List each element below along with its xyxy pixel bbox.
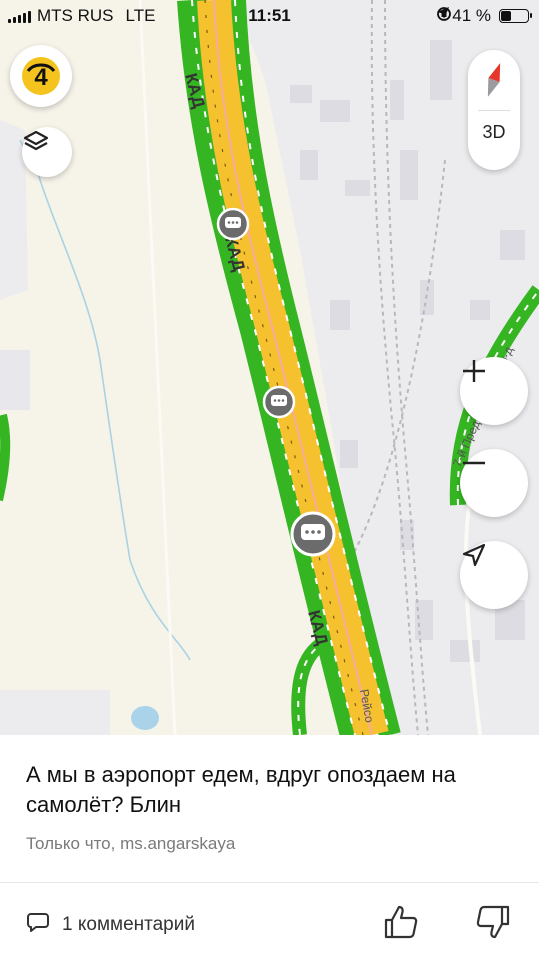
dislike-button[interactable] bbox=[474, 903, 512, 941]
map-canvas: КАД КАД КАД 7-й Предпортовый пр-д Рейсо bbox=[0, 0, 539, 735]
compass-icon[interactable] bbox=[481, 60, 507, 100]
layers-button[interactable] bbox=[22, 127, 72, 177]
battery-icon bbox=[499, 9, 532, 23]
my-location-button[interactable] bbox=[460, 541, 528, 609]
thumbs-up-icon bbox=[382, 905, 420, 945]
chat-bubble-icon[interactable] bbox=[262, 385, 296, 419]
chat-bubble-icon[interactable] bbox=[290, 511, 336, 557]
zoom-out-button[interactable] bbox=[460, 449, 528, 517]
zoom-in-button[interactable] bbox=[460, 357, 528, 425]
comments-label: 1 комментарий bbox=[62, 914, 195, 935]
divider bbox=[0, 882, 539, 883]
comments-button[interactable]: 1 комментарий bbox=[26, 910, 195, 940]
status-bar: MTS RUS LTE 11:51 41 % bbox=[0, 0, 539, 30]
post-meta: Только что, ms.angarskaya bbox=[26, 834, 236, 853]
traffic-button[interactable]: 4 bbox=[10, 45, 72, 107]
like-button[interactable] bbox=[382, 903, 420, 941]
chat-bubble-icon[interactable] bbox=[216, 207, 250, 241]
compass-panel: 3D bbox=[468, 50, 520, 170]
comment-icon bbox=[26, 910, 50, 940]
battery-percent: 41 % bbox=[452, 6, 491, 25]
traffic-level: 4 bbox=[34, 64, 48, 91]
traffic-light-icon: 4 bbox=[22, 57, 60, 95]
thumbs-down-icon bbox=[474, 905, 512, 945]
3d-toggle-button[interactable]: 3D bbox=[468, 122, 520, 143]
post-text: А мы в аэропорт едем, вдруг опоздаем на … bbox=[26, 762, 456, 817]
post-card: А мы в аэропорт едем, вдруг опоздаем на … bbox=[0, 735, 539, 960]
map-view[interactable]: КАД КАД КАД 7-й Предпортовый пр-д Рейсо … bbox=[0, 0, 539, 735]
